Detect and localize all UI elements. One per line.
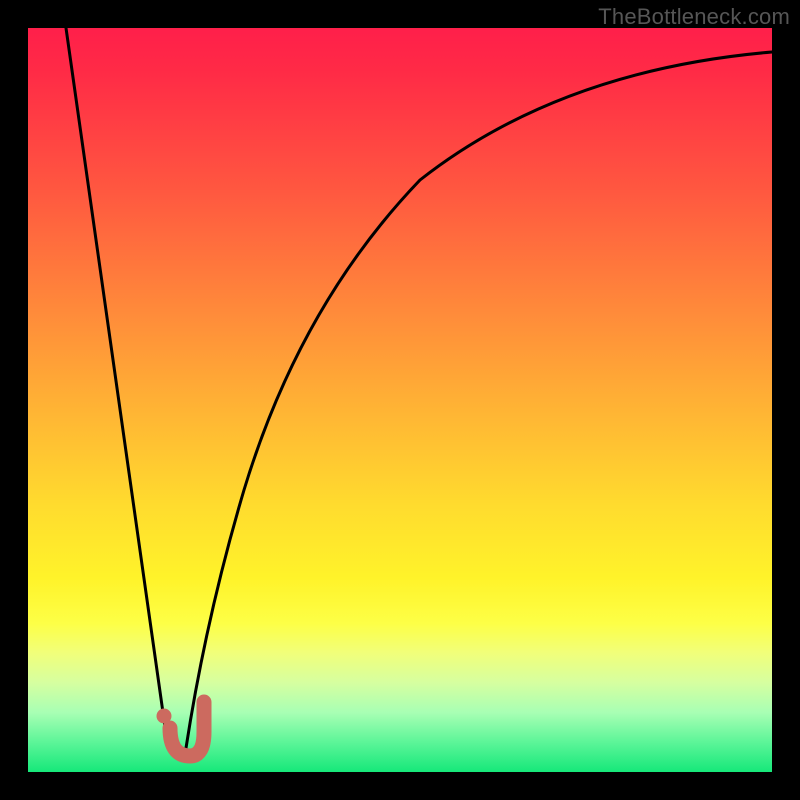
watermark-text: TheBottleneck.com (598, 4, 790, 30)
chart-frame: TheBottleneck.com (0, 0, 800, 800)
chart-plot-area (28, 28, 772, 772)
